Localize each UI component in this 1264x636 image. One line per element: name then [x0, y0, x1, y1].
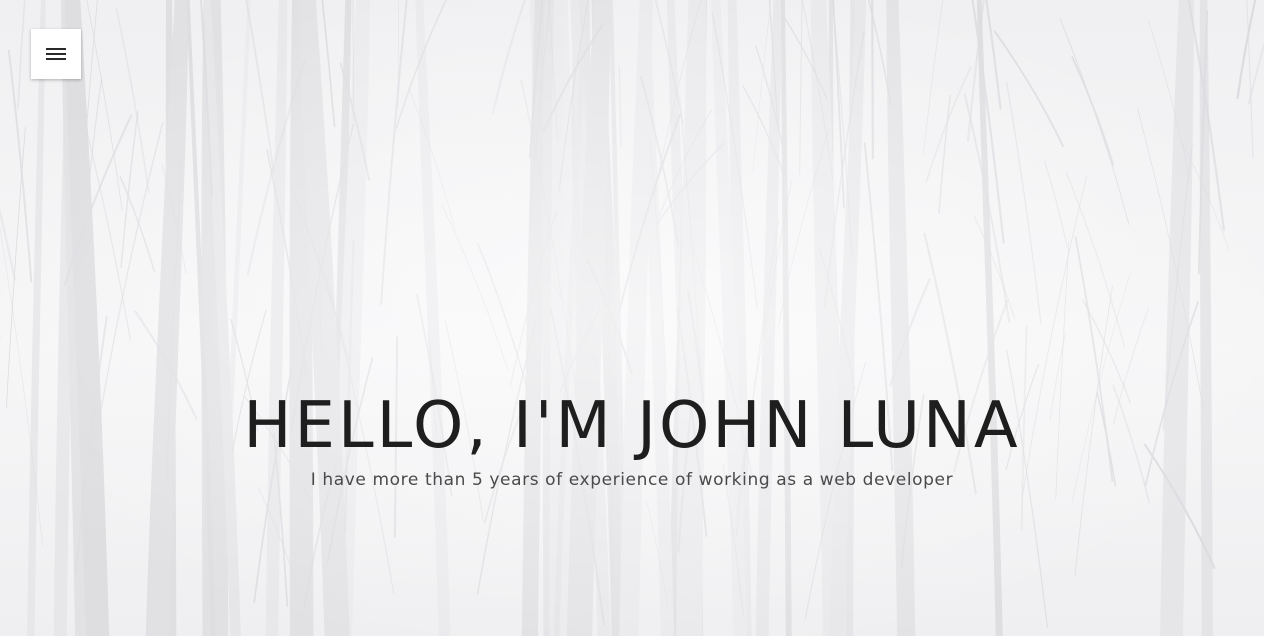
- forest-background-image: [0, 0, 1264, 636]
- hero-section: HELLO, I'M JOHN LUNA I have more than 5 …: [0, 0, 1264, 636]
- menu-button[interactable]: [31, 29, 81, 79]
- hamburger-menu-icon: [46, 47, 66, 61]
- hero-subtitle: I have more than 5 years of experience o…: [310, 470, 954, 490]
- hero-text: HELLO, I'M JOHN LUNA I have more than 5 …: [0, 386, 1264, 494]
- hero-title: HELLO, I'M JOHN LUNA: [243, 389, 1021, 463]
